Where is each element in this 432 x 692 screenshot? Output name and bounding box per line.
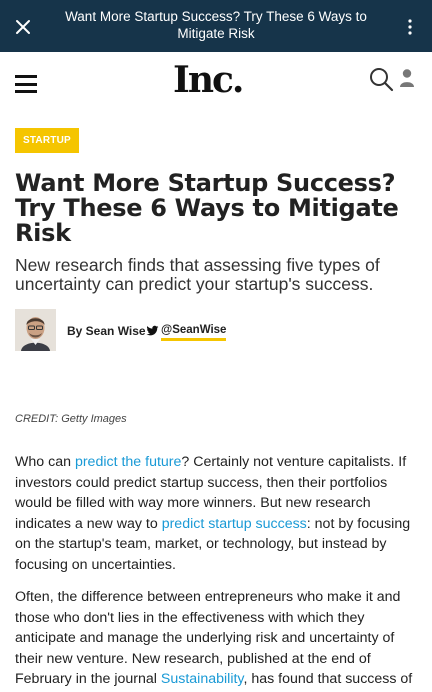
category-tag[interactable]: STARTUP — [15, 128, 79, 153]
article-paragraph: Often, the difference between entreprene… — [15, 587, 420, 690]
hamburger-icon[interactable] — [15, 75, 37, 93]
inline-link[interactable]: Sustainability — [161, 671, 244, 687]
paragraph-text: , has found that success of — [243, 671, 413, 687]
author-avatar[interactable] — [15, 309, 56, 351]
twitter-handle[interactable]: @SeanWise — [161, 323, 227, 341]
paragraph-text: Who can — [15, 454, 75, 470]
article-paragraph: Who can predict the future? Certainly no… — [15, 452, 420, 575]
close-icon[interactable] — [10, 14, 36, 40]
twitter-icon — [146, 325, 159, 336]
more-vert-icon[interactable] — [398, 14, 422, 40]
search-icon[interactable] — [368, 66, 394, 92]
inc-logo[interactable]: Inc. — [173, 60, 244, 100]
inline-link[interactable]: predict the future — [75, 454, 181, 470]
article-headline: Want More Startup Success? Try These 6 W… — [15, 169, 399, 247]
site-header: Inc. — [0, 52, 432, 110]
app-bar: Want More Startup Success? Try These 6 W… — [0, 0, 432, 52]
byline: By Sean Wise @SeanWise — [15, 309, 420, 351]
user-icon[interactable] — [399, 68, 415, 88]
author-name[interactable]: By Sean Wise — [67, 324, 146, 338]
inline-link[interactable]: predict startup success — [162, 516, 307, 532]
article-dek: New research finds that assessing five t… — [15, 255, 380, 294]
app-bar-title: Want More Startup Success? Try These 6 W… — [65, 9, 367, 41]
image-credit: CREDIT: Getty Images — [15, 413, 127, 425]
